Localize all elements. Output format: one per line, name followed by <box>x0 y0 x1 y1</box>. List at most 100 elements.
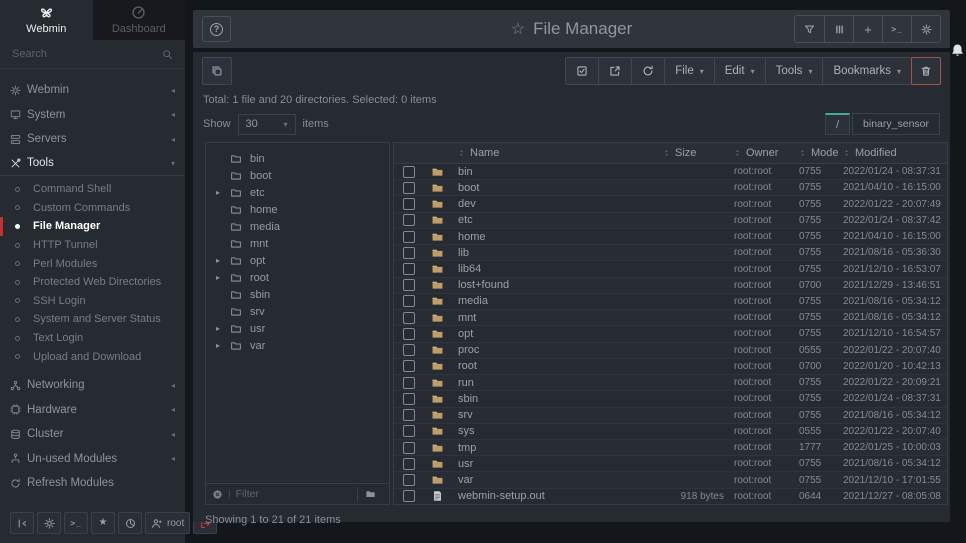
caret-right-icon[interactable]: ▸ <box>216 273 230 282</box>
sidebar-item-tools[interactable]: Tools▾ <box>0 152 185 177</box>
table-row-etc[interactable]: etcroot:root07552022/01/24 - 08:37:42 <box>394 213 947 229</box>
sidebar-item-system[interactable]: System◂ <box>0 103 185 128</box>
table-row-lib64[interactable]: lib64root:root07552021/12/10 - 16:53:07 <box>394 261 947 277</box>
table-row-bin[interactable]: binroot:root07552022/01/24 - 08:37:31 <box>394 164 947 180</box>
tree-item-usr[interactable]: ▸usr <box>206 320 389 337</box>
notifications-bell-icon[interactable] <box>950 42 965 59</box>
columns-button[interactable] <box>824 16 853 42</box>
menu-edit-button[interactable]: Edit▾ <box>714 58 765 84</box>
menu-bookmarks-button[interactable]: Bookmarks▾ <box>822 58 911 84</box>
sidebar-item-un-used-modules[interactable]: Un-used Modules◂ <box>0 446 185 471</box>
terminal-button[interactable]: >_ <box>64 512 88 534</box>
table-row-sbin[interactable]: sbinroot:root07552022/01/24 - 08:37:31 <box>394 391 947 407</box>
sidebar-subitem-ssh-login[interactable]: SSH Login <box>0 292 185 311</box>
tree-item-root[interactable]: ▸root <box>206 269 389 286</box>
path-search-field[interactable]: binary_sensor <box>852 113 940 135</box>
sidebar-subitem-protected-web-directories[interactable]: Protected Web Directories <box>0 273 185 292</box>
sidebar-item-servers[interactable]: Servers◂ <box>0 127 185 152</box>
clear-filter-icon[interactable] <box>212 489 223 500</box>
column-header-modified[interactable]: Modified <box>843 147 947 159</box>
sun-button[interactable] <box>37 512 61 534</box>
row-checkbox[interactable] <box>403 247 415 259</box>
row-checkbox[interactable] <box>403 328 415 340</box>
menu-tools-button[interactable]: Tools▾ <box>765 58 823 84</box>
trash-button[interactable] <box>911 57 941 85</box>
select-all-button[interactable] <box>566 58 598 84</box>
row-checkbox[interactable] <box>403 279 415 291</box>
table-row-mnt[interactable]: mntroot:root07552021/08/16 - 05:34:12 <box>394 310 947 326</box>
tree-item-home[interactable]: home <box>206 201 389 218</box>
copy-button[interactable] <box>202 57 232 85</box>
row-checkbox[interactable] <box>403 263 415 275</box>
row-checkbox[interactable] <box>403 490 415 502</box>
root-user-button[interactable]: root <box>145 512 190 534</box>
column-header-name[interactable]: Name <box>458 147 659 159</box>
row-checkbox[interactable] <box>403 474 415 486</box>
sidebar-item-networking[interactable]: Networking◂ <box>0 373 185 398</box>
sidebar-subitem-upload-and-download[interactable]: Upload and Download <box>0 347 185 366</box>
items-per-page-select[interactable]: 30 ▾ <box>238 114 296 135</box>
tab-dashboard[interactable]: Dashboard <box>93 0 186 40</box>
tree-item-srv[interactable]: srv <box>206 303 389 320</box>
sidebar-item-refresh-modules[interactable]: Refresh Modules <box>0 471 185 496</box>
row-checkbox[interactable] <box>403 344 415 356</box>
caret-right-icon[interactable]: ▸ <box>216 256 230 265</box>
table-row-tmp[interactable]: tmproot:root17772022/01/25 - 10:00:03 <box>394 440 947 456</box>
sidebar-subitem-system-and-server-status[interactable]: System and Server Status <box>0 310 185 329</box>
star-button[interactable]: ★ <box>91 512 115 534</box>
tree-item-var[interactable]: ▸var <box>206 337 389 354</box>
collapse-button[interactable] <box>10 512 34 534</box>
table-row-srv[interactable]: srvroot:root07552021/08/16 - 05:34:12 <box>394 408 947 424</box>
row-checkbox[interactable] <box>403 409 415 421</box>
table-row-usr[interactable]: usrroot:root07552021/08/16 - 05:34:12 <box>394 456 947 472</box>
column-header-size[interactable]: Size <box>659 147 734 159</box>
row-checkbox[interactable] <box>403 231 415 243</box>
plus-button[interactable]: + <box>853 16 882 42</box>
caret-right-icon[interactable]: ▸ <box>216 324 230 333</box>
table-row-home[interactable]: homeroot:root07552021/04/10 - 16:15:00 <box>394 229 947 245</box>
table-row-media[interactable]: mediaroot:root07552021/08/16 - 05:34:12 <box>394 294 947 310</box>
row-checkbox[interactable] <box>403 393 415 405</box>
sidebar-subitem-http-tunnel[interactable]: HTTP Tunnel <box>0 236 185 255</box>
row-checkbox[interactable] <box>403 377 415 389</box>
tab-webmin[interactable]: Webmin <box>0 0 93 40</box>
refresh-button[interactable] <box>631 58 664 84</box>
row-checkbox[interactable] <box>403 166 415 178</box>
row-checkbox[interactable] <box>403 425 415 437</box>
table-row-boot[interactable]: bootroot:root07552021/04/10 - 16:15:00 <box>394 180 947 196</box>
tree-item-media[interactable]: media <box>206 218 389 235</box>
menu-file-button[interactable]: File▾ <box>664 58 714 84</box>
sidebar-subitem-text-login[interactable]: Text Login <box>0 329 185 348</box>
row-checkbox[interactable] <box>403 442 415 454</box>
column-header-owner[interactable]: Owner <box>734 147 799 159</box>
tree-folder-button[interactable] <box>357 487 383 502</box>
sidebar-item-cluster[interactable]: Cluster◂ <box>0 422 185 447</box>
favorite-star-icon[interactable]: ☆ <box>511 19 525 39</box>
gear-button[interactable] <box>911 16 940 42</box>
sidebar-subitem-command-shell[interactable]: Command Shell <box>0 180 185 199</box>
sidebar-subitem-file-manager[interactable]: File Manager <box>0 217 185 236</box>
share-button[interactable] <box>598 58 631 84</box>
row-checkbox[interactable] <box>403 295 415 307</box>
row-checkbox[interactable] <box>403 312 415 324</box>
pie-button[interactable] <box>118 512 142 534</box>
help-button[interactable]: ? <box>202 16 231 42</box>
sidebar-subitem-custom-commands[interactable]: Custom Commands <box>0 199 185 218</box>
table-row-lost-found[interactable]: lost+foundroot:root07002021/12/29 - 13:4… <box>394 278 947 294</box>
terminal-button[interactable]: >_ <box>882 16 911 42</box>
tree-item-mnt[interactable]: mnt <box>206 235 389 252</box>
table-row-run[interactable]: runroot:root07552022/01/22 - 20:09:21 <box>394 375 947 391</box>
caret-right-icon[interactable]: ▸ <box>216 188 230 197</box>
tree-item-bin[interactable]: bin <box>206 150 389 167</box>
row-checkbox[interactable] <box>403 214 415 226</box>
column-header-mode[interactable]: Mode <box>799 147 843 159</box>
table-row-webmin-setup-out[interactable]: webmin-setup.out918 bytesroot:root064420… <box>394 489 947 504</box>
caret-right-icon[interactable]: ▸ <box>216 341 230 350</box>
sidebar-item-hardware[interactable]: Hardware◂ <box>0 397 185 422</box>
search-input[interactable] <box>12 48 156 60</box>
tree-item-boot[interactable]: boot <box>206 167 389 184</box>
row-checkbox[interactable] <box>403 360 415 372</box>
table-row-opt[interactable]: optroot:root07552021/12/10 - 16:54:57 <box>394 326 947 342</box>
sidebar-item-webmin[interactable]: Webmin◂ <box>0 78 185 103</box>
root-path-button[interactable]: / <box>825 113 850 135</box>
